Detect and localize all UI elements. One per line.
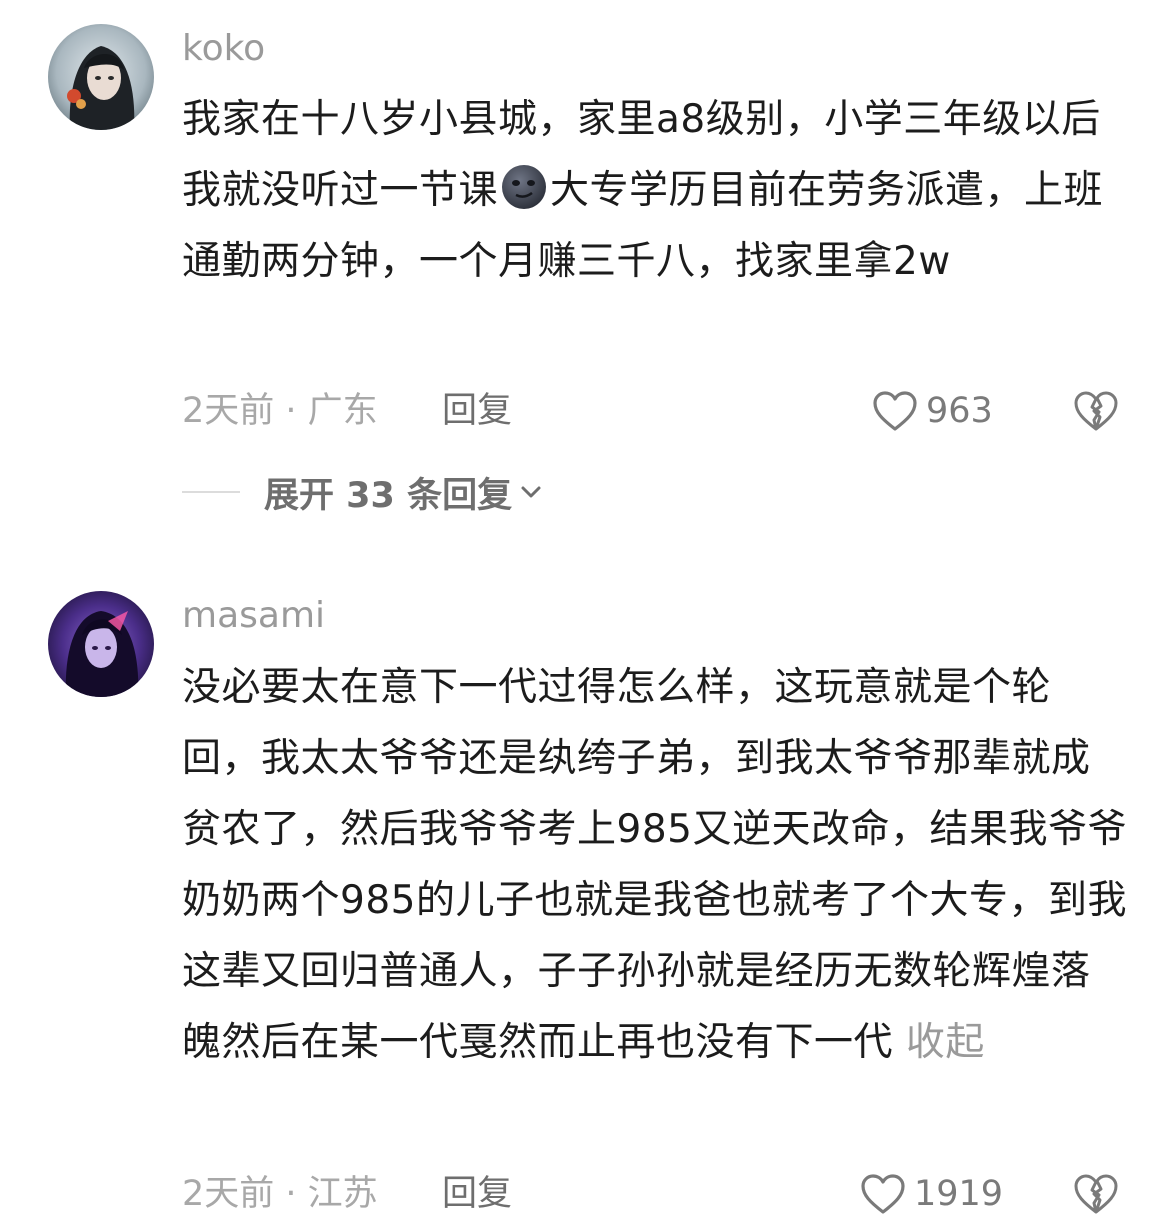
heart-outline-icon [861,1174,905,1214]
comment-item: masami 没必要太在意下一代过得怎么样，这玩意就是个轮回，我太太爷爷还是纨绔… [0,560,1170,1224]
comment-meta: 2天前 · 广东 [182,391,378,431]
username[interactable]: koko [182,27,265,71]
comment-text-content: 没必要太在意下一代过得怎么样，这玩意就是个轮回，我太太爷爷还是纨绔子弟，到我太爷… [182,665,1127,1065]
heart-outline-icon [873,391,917,431]
username[interactable]: masami [182,594,325,638]
reply-button[interactable]: 回复 [442,1172,512,1216]
expand-replies-label[interactable]: 展开 33 条回复 [264,467,512,518]
like-button[interactable]: 963 [872,386,993,436]
avatar[interactable] [48,24,154,130]
comment-text: 我家在十八岁小县城，家里a8级别，小学三年级以后我就没听过一节课 大专学历目前在劳… [182,84,1127,297]
avatar[interactable] [48,591,154,697]
expand-replies[interactable]: 展开 33 条回复 [182,467,544,518]
comment-item: koko 我家在十八岁小县城，家里a8级别，小学三年级以后我就没听过一节课 大专学… [0,0,1170,560]
broken-heart-icon[interactable] [1072,387,1120,435]
comment-meta: 2天前 · 江苏 [182,1174,378,1214]
reply-button[interactable]: 回复 [442,389,512,433]
smirking-dark-face-emoji [502,165,547,209]
like-count: 1919 [914,1174,1004,1214]
comment-text: 没必要太在意下一代过得怎么样，这玩意就是个轮回，我太太爷爷还是纨绔子弟，到我太爷… [182,652,1127,1078]
like-button[interactable]: 1919 [860,1169,1003,1219]
chevron-down-icon[interactable] [518,479,544,505]
divider [182,491,240,493]
collapse-link[interactable]: 收起 [906,1020,985,1065]
like-count: 963 [926,391,993,431]
broken-heart-icon[interactable] [1072,1170,1120,1218]
